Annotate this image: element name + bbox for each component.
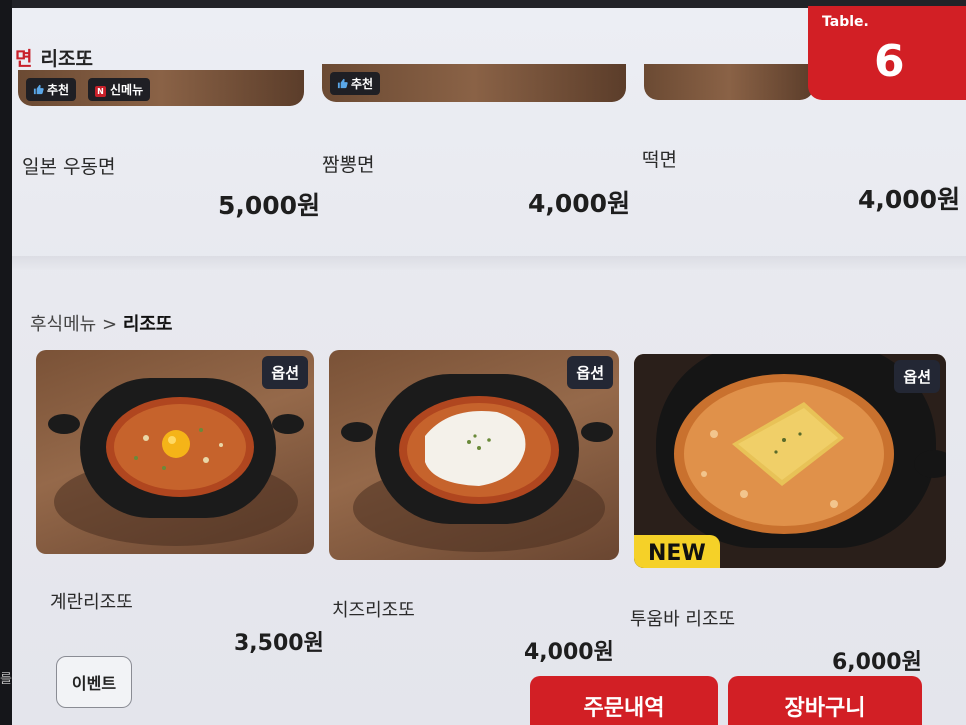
cart-button[interactable]: 장바구니 — [728, 676, 922, 725]
breadcrumb-parent[interactable]: 후식메뉴 — [30, 314, 96, 335]
top-item-price-1: 5,000원 — [218, 191, 321, 220]
menu-item-price-cheese-risotto: 4,000원 — [524, 640, 614, 665]
side-edge-text: 를 — [0, 672, 12, 687]
table-number: 6 — [874, 36, 905, 87]
bezel-left — [0, 0, 12, 725]
top-item-image-3[interactable] — [644, 64, 814, 100]
top-item-image-2[interactable]: 추천 — [322, 64, 626, 102]
option-button[interactable]: 옵션 — [894, 360, 940, 393]
menu-item-name-egg-risotto[interactable]: 계란리조또 — [50, 588, 133, 614]
event-button[interactable]: 이벤트 — [56, 656, 132, 708]
breadcrumb-separator: > — [101, 314, 118, 335]
top-item-image-1[interactable]: 추천 N 신메뉴 — [18, 70, 304, 106]
category-prefix: 면 — [15, 48, 33, 70]
top-item-price-3: 4,000원 — [858, 185, 961, 214]
top-item-name-2[interactable]: 짬뽕면 — [322, 150, 374, 177]
menu-item-price-egg-risotto: 3,500원 — [234, 631, 324, 656]
kiosk-screen: 면 리조또 추천 N 신메뉴 추천 Table. 6 일본 우동면 5,000원 짬… — [0, 0, 966, 725]
breadcrumb: 후식메뉴 > 리조또 — [30, 310, 173, 336]
order-history-button[interactable]: 주문내역 — [530, 676, 718, 725]
thumbs-up-icon — [33, 84, 44, 95]
option-button[interactable]: 옵션 — [567, 356, 613, 389]
table-label: Table. — [822, 14, 869, 30]
new-menu-badge: N 신메뉴 — [88, 78, 151, 101]
recommend-badge: 추천 — [330, 72, 381, 95]
menu-card-image-egg-risotto[interactable]: 옵션 — [36, 350, 314, 554]
top-item-price-2: 4,000원 — [528, 189, 631, 218]
table-number-badge: Table. 6 — [808, 6, 966, 100]
category-title: 면 리조또 — [15, 44, 93, 71]
thumbs-up-icon — [337, 78, 348, 89]
option-button[interactable]: 옵션 — [262, 356, 308, 389]
recommend-badge: 추천 — [26, 78, 77, 101]
new-badge: NEW — [634, 535, 720, 568]
menu-item-name-toowoomba-risotto[interactable]: 투움바 리조또 — [630, 605, 735, 631]
breadcrumb-current: 리조또 — [122, 314, 173, 335]
new-menu-n-icon: N — [95, 86, 106, 97]
menu-card-image-toowoomba-risotto[interactable]: 옵션 NEW — [634, 354, 946, 568]
top-item-name-1[interactable]: 일본 우동면 — [22, 152, 115, 179]
category-name: 리조또 — [40, 48, 93, 70]
menu-card-image-cheese-risotto[interactable]: 옵션 — [329, 350, 619, 560]
menu-item-price-toowoomba-risotto: 6,000원 — [832, 650, 922, 675]
section-divider — [12, 256, 966, 270]
menu-item-name-cheese-risotto[interactable]: 치즈리조또 — [332, 596, 415, 622]
top-item-name-3[interactable]: 떡면 — [642, 145, 677, 172]
